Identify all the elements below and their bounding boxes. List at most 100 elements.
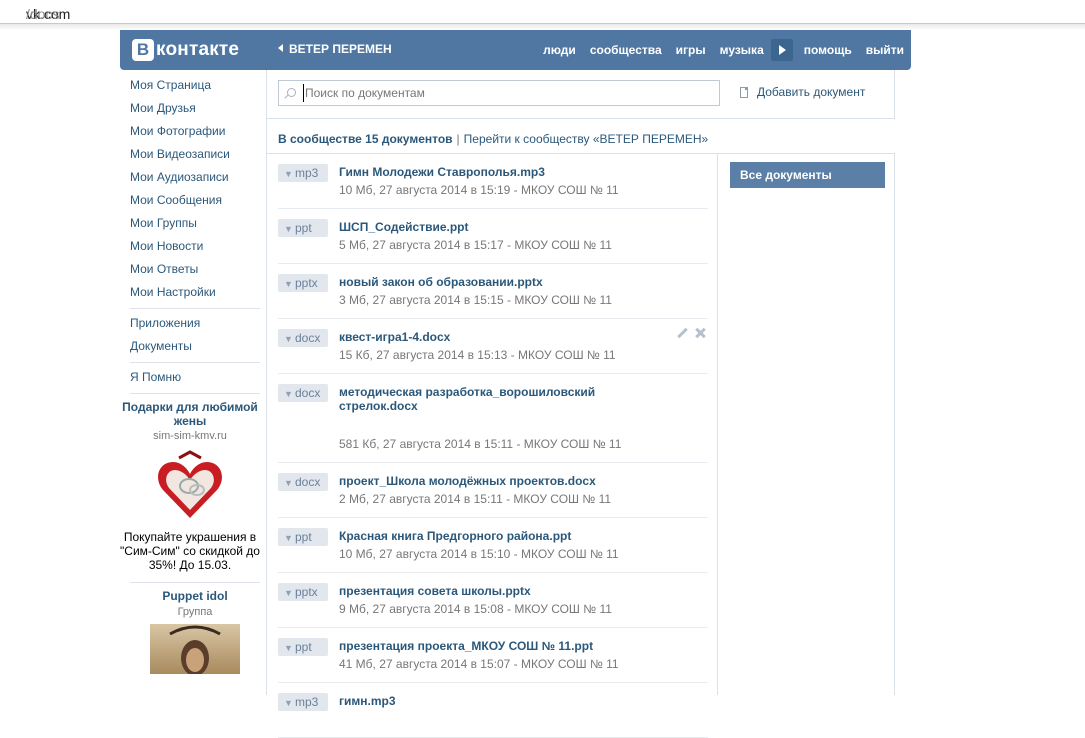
back-arrow-icon — [278, 44, 283, 52]
search-icon — [287, 88, 296, 97]
add-document-button[interactable]: Добавить документ — [740, 85, 865, 99]
file-ext: docx — [295, 475, 321, 489]
file-ext: pptx — [295, 585, 318, 599]
document-meta: 3 Мб, 27 августа 2014 в 15:15 - МКОУ СОШ… — [339, 293, 612, 307]
nav-logout[interactable]: выйти — [859, 30, 911, 70]
download-badge[interactable]: ▼ mp3 — [278, 693, 328, 711]
ad-text: Покупайте украшения в "Сим-Сим" со скидк… — [120, 530, 260, 572]
document-name[interactable]: методическая разработка_ворошиловский ст… — [339, 385, 629, 413]
document-row[interactable]: ▼ ppt ШСП_Содействие.ppt 5 Мб, 27 августа… — [278, 209, 708, 264]
play-icon[interactable] — [770, 39, 793, 61]
vk-logo-icon: B — [132, 39, 154, 61]
download-badge[interactable]: ▼ ppt — [278, 528, 328, 546]
sidebar-divider — [130, 393, 260, 394]
sidebar-item-photos[interactable]: Мои Фотографии — [120, 120, 260, 143]
row-actions — [676, 327, 706, 339]
download-arrow-icon: ▼ — [284, 533, 293, 543]
download-arrow-icon: ▼ — [284, 478, 293, 488]
sidebar-divider — [130, 362, 260, 363]
download-badge[interactable]: ▼ mp3 — [278, 164, 328, 182]
document-row[interactable]: ▼ pptx новый закон об образовании.pptx 3 … — [278, 264, 708, 319]
document-row[interactable]: ▼ pptx презентация совета школы.pptx 9 Мб… — [278, 573, 708, 628]
url-path: /docs — [26, 6, 60, 22]
download-badge[interactable]: ▼ pptx — [278, 274, 328, 292]
sidebar-item-videos[interactable]: Мои Видеозаписи — [120, 143, 260, 166]
group-recommendation[interactable]: Puppet idol Группа — [130, 582, 260, 674]
site-header: B контакте ВЕТЕР ПЕРЕМЕН люди сообщества… — [120, 30, 911, 70]
document-name[interactable]: Красная книга Предгорного района.ppt — [339, 529, 629, 543]
summary: В сообществе 15 документов | Перейти к соо… — [278, 132, 708, 146]
add-document-label: Добавить документ — [757, 85, 866, 99]
document-row[interactable]: ▼ mp3 гимн.mp3 — [278, 683, 708, 738]
sidebar-item-apps[interactable]: Приложения — [120, 312, 260, 335]
document-count: В сообществе 15 документов — [278, 132, 453, 146]
nav-communities[interactable]: сообщества — [583, 30, 669, 70]
download-badge[interactable]: ▼ docx — [278, 329, 328, 347]
document-name[interactable]: ШСП_Содействие.ppt — [339, 220, 629, 234]
sidebar-item-settings[interactable]: Мои Настройки — [120, 281, 260, 304]
search-input[interactable] — [303, 84, 703, 102]
document-meta: 5 Мб, 27 августа 2014 в 15:17 - МКОУ СОШ… — [339, 238, 612, 252]
download-arrow-icon: ▼ — [284, 334, 293, 344]
document-row[interactable]: ▼ docx методическая разработка_ворошиловс… — [278, 374, 708, 463]
sidebar-item-answers[interactable]: Мои Ответы — [120, 258, 260, 281]
download-arrow-icon: ▼ — [284, 169, 293, 179]
download-badge[interactable]: ▼ docx — [278, 384, 328, 402]
document-name[interactable]: проект_Школа молодёжных проектов.docx — [339, 474, 629, 488]
download-badge[interactable]: ▼ docx — [278, 473, 328, 491]
sidebar-item-documents[interactable]: Документы — [120, 335, 260, 358]
ad-title[interactable]: Подарки для любимой жены — [120, 400, 260, 428]
edit-icon[interactable] — [676, 327, 688, 339]
document-name[interactable]: презентация совета школы.pptx — [339, 584, 629, 598]
document-meta: 2 Мб, 27 августа 2014 в 15:11 - МКОУ СОШ… — [339, 492, 612, 506]
document-meta: 9 Мб, 27 августа 2014 в 15:08 - МКОУ СОШ… — [339, 602, 612, 616]
sidebar-item-audio[interactable]: Мои Аудиозаписи — [120, 166, 260, 189]
file-ext: mp3 — [295, 695, 319, 709]
download-arrow-icon: ▼ — [284, 224, 293, 234]
group-back-link[interactable]: ВЕТЕР ПЕРЕМЕН — [278, 42, 392, 56]
file-ext: docx — [295, 331, 321, 345]
file-ext: ppt — [295, 530, 312, 544]
sidebar-item-groups[interactable]: Мои Группы — [120, 212, 260, 235]
nav-help[interactable]: помощь — [797, 30, 859, 70]
nav-people[interactable]: люди — [536, 30, 583, 70]
file-ext: docx — [295, 386, 321, 400]
documents-list: ▼ mp3 Гимн Молодежи Ставрополья.mp3 10 Мб… — [278, 154, 708, 738]
document-row[interactable]: ▼ docx проект_Школа молодёжных проектов.d… — [278, 463, 708, 518]
document-meta: 10 Мб, 27 августа 2014 в 15:19 - МКОУ СО… — [339, 183, 619, 197]
download-arrow-icon: ▼ — [284, 279, 293, 289]
document-row-hovered[interactable]: ▼ docx квест-игра1-4.docx 15 Кб, 27 авгус… — [278, 319, 708, 374]
download-badge[interactable]: ▼ pptx — [278, 583, 328, 601]
document-name[interactable]: новый закон об образовании.pptx — [339, 275, 629, 289]
sidebar-item-my-page[interactable]: Моя Страница — [120, 74, 260, 97]
sidebar-item-messages[interactable]: Мои Сообщения — [120, 189, 260, 212]
sidebar-item-remember[interactable]: Я Помню — [120, 366, 260, 389]
document-row[interactable]: ▼ ppt Красная книга Предгорного района.pp… — [278, 518, 708, 573]
go-to-community-link[interactable]: Перейти к сообществу «ВЕТЕР ПЕРЕМЕН» — [464, 132, 709, 146]
document-name[interactable]: гимн.mp3 — [339, 694, 629, 708]
document-row[interactable]: ▼ mp3 Гимн Молодежи Ставрополья.mp3 10 Мб… — [278, 154, 708, 209]
document-name[interactable]: Гимн Молодежи Ставрополья.mp3 — [339, 165, 629, 179]
nav-music[interactable]: музыка — [713, 30, 771, 70]
document-meta: 10 Мб, 27 августа 2014 в 15:10 - МКОУ СО… — [339, 547, 619, 561]
group-image[interactable] — [150, 624, 240, 674]
sidebar-divider — [130, 308, 260, 309]
download-badge[interactable]: ▼ ppt — [278, 219, 328, 237]
filter-all-documents[interactable]: Все документы — [730, 162, 885, 188]
delete-icon[interactable] — [694, 327, 706, 339]
document-name[interactable]: квест-игра1-4.docx — [339, 330, 629, 344]
search-box[interactable] — [278, 80, 720, 106]
document-row[interactable]: ▼ ppt презентация проекта_МКОУ СОШ № 11.p… — [278, 628, 708, 683]
sidebar-ad[interactable]: Подарки для любимой жены sim-sim-kmv.ru … — [120, 400, 260, 572]
sidebar-item-friends[interactable]: Мои Друзья — [120, 97, 260, 120]
sidebar-item-news[interactable]: Мои Новости — [120, 235, 260, 258]
document-name[interactable]: презентация проекта_МКОУ СОШ № 11.ppt — [339, 639, 629, 653]
group-title[interactable]: Puppet idol — [130, 589, 260, 603]
vk-logo-text: контакте — [156, 39, 240, 60]
vk-logo[interactable]: B контакте — [132, 38, 239, 62]
ad-gift-box-image[interactable] — [145, 448, 235, 526]
browser-address-bar[interactable]: vk.com/docs — [0, 0, 1085, 24]
nav-games[interactable]: игры — [669, 30, 713, 70]
top-nav: люди сообщества игры музыка помощь выйти — [536, 30, 911, 70]
download-badge[interactable]: ▼ ppt — [278, 638, 328, 656]
